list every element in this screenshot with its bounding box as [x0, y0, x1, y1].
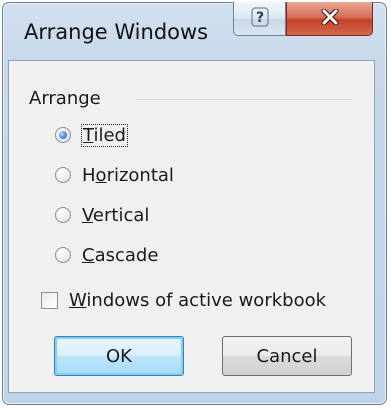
ok-button[interactable]: OK [54, 336, 184, 376]
close-button[interactable] [286, 2, 373, 36]
arrange-group-label: Arrange [29, 88, 107, 109]
radio-label-tiled: Tiled [81, 123, 128, 147]
label-part-rizontal: rizontal [106, 164, 174, 186]
question-mark-icon: ? [251, 7, 269, 31]
radio-label-tiled-rest: iled [93, 124, 126, 146]
radio-button[interactable] [55, 247, 71, 263]
checkbox-label: Windows of active workbook [69, 290, 326, 311]
cancel-button[interactable]: Cancel [222, 336, 352, 376]
label-part-ertical: ertical [92, 204, 150, 226]
radio-cascade[interactable]: Cascade [55, 242, 158, 268]
mnemonic-c: C [82, 244, 95, 266]
radio-label-vertical: Vertical [82, 205, 149, 226]
mnemonic-o: o [95, 164, 107, 186]
label-part-ascade: ascade [94, 244, 159, 266]
checkbox-label-rest: indows of active workbook [86, 289, 327, 311]
label-part-h: H [82, 164, 96, 186]
mnemonic-t: T [83, 124, 94, 146]
dialog-title: Arrange Windows [24, 20, 209, 44]
checkbox[interactable] [41, 291, 58, 309]
close-icon [320, 8, 340, 29]
mnemonic-v: V [82, 204, 93, 226]
mnemonic-w: W [69, 289, 87, 311]
radio-tiled[interactable]: Tiled [55, 122, 128, 148]
checkbox-windows-of-active-workbook[interactable]: Windows of active workbook [41, 287, 326, 313]
radio-vertical[interactable]: Vertical [55, 202, 149, 228]
radio-button[interactable] [55, 167, 71, 183]
radio-label-horizontal: Horizontal [82, 165, 174, 186]
group-divider [136, 99, 352, 100]
radio-horizontal[interactable]: Horizontal [55, 162, 174, 188]
help-button[interactable]: ? [233, 2, 286, 36]
radio-button-selected[interactable] [55, 127, 71, 143]
radio-label-cascade: Cascade [82, 245, 158, 266]
svg-text:?: ? [255, 10, 263, 26]
radio-button[interactable] [55, 207, 71, 223]
